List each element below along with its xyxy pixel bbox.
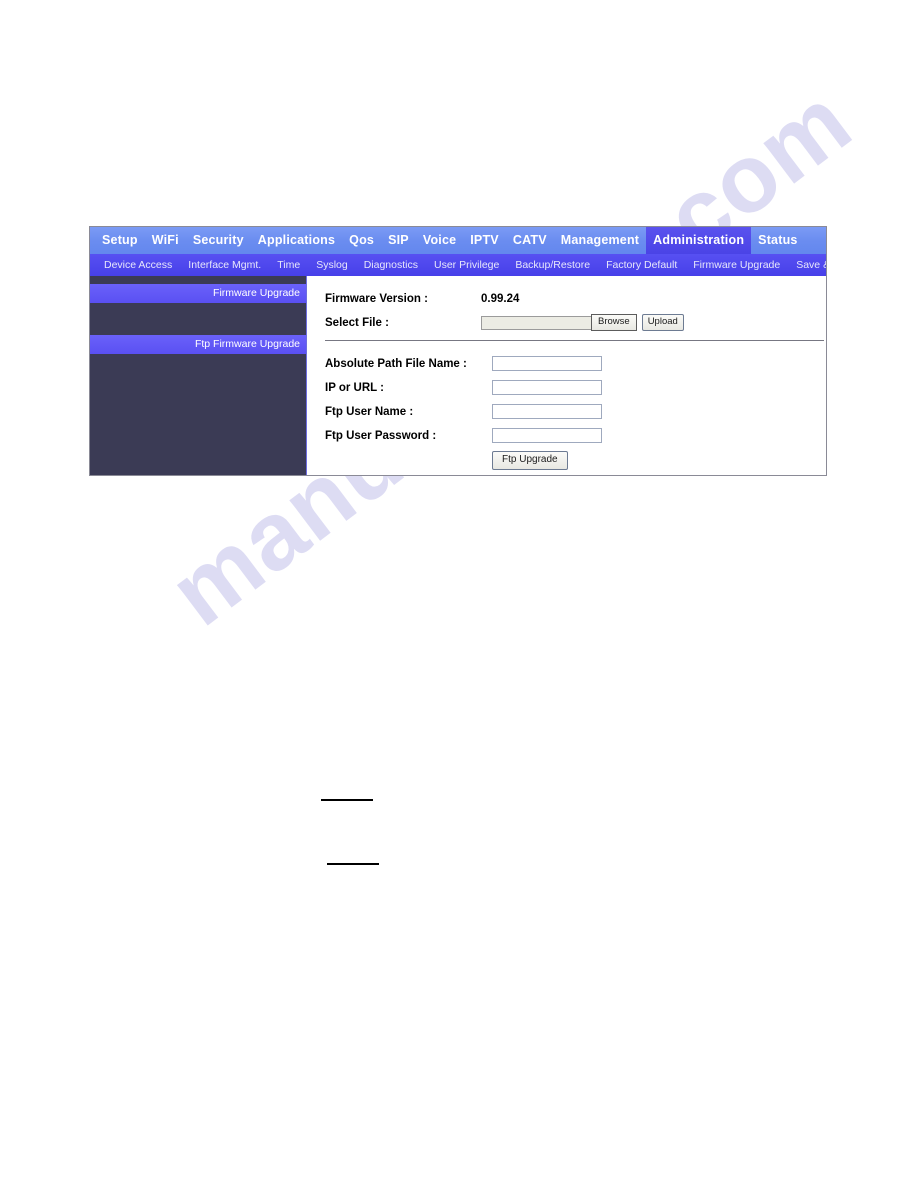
ftp-user-name-label: Ftp User Name : [325,405,414,418]
ftp-user-password-label: Ftp User Password : [325,429,437,442]
subnav-item-firmware-upgrade[interactable]: Firmware Upgrade [685,254,788,276]
topnav-item-qos[interactable]: Qos [342,227,381,254]
page-rule-lower [327,863,379,865]
ip-or-url-field[interactable] [492,380,602,395]
topnav-item-status[interactable]: Status [751,227,804,254]
absolute-path-file-name-field[interactable] [492,356,602,371]
ftp-user-name-field[interactable] [492,404,602,419]
ftp-firmware-upgrade-section: Absolute Path File Name : IP or URL : Ft… [307,341,826,470]
page-rule-upper [321,799,373,801]
topnav-item-voice[interactable]: Voice [416,227,463,254]
firmware-version-row: Firmware Version : 0.99.24 [325,290,826,307]
ip-or-url-row: IP or URL : [325,379,826,396]
topnav-item-iptv[interactable]: IPTV [463,227,506,254]
topnav-item-administration[interactable]: Administration [646,227,752,254]
subnav-item-interface-mgmt-[interactable]: Interface Mgmt. [180,254,269,276]
sidebar-spacer-top [90,276,306,284]
ftp-user-name-row: Ftp User Name : [325,403,826,420]
sidebar: Firmware Upgrade Ftp Firmware Upgrade [90,276,307,475]
browse-button[interactable]: Browse [591,314,637,331]
firmware-version-label: Firmware Version : [325,292,428,305]
firmware-version-value: 0.99.24 [481,292,520,305]
ftp-user-password-field[interactable] [492,428,602,443]
sidebar-heading-firmware-upgrade[interactable]: Firmware Upgrade [90,284,306,303]
router-admin-panel: Setup WiFi Security Applications Qos SIP Voice… [89,226,827,476]
topnav-item-wifi[interactable]: WiFi [145,227,186,254]
subnav-item-syslog[interactable]: Syslog [308,254,356,276]
select-file-input[interactable] [481,315,591,330]
primary-navigation-bar: Setup WiFi Security Applications Qos SIP Voice… [90,227,826,254]
absolute-path-file-name-row: Absolute Path File Name : [325,355,826,372]
ip-or-url-label: IP or URL : [325,381,384,394]
topnav-item-management[interactable]: Management [554,227,646,254]
content-area: Firmware Version : 0.99.24 Select File :… [307,276,826,475]
select-file-row: Select File : Browse Upload [325,314,826,331]
topnav-item-catv[interactable]: CATV [506,227,554,254]
topnav-item-security[interactable]: Security [186,227,251,254]
select-file-label: Select File : [325,316,389,329]
ftp-upgrade-button-row: Ftp Upgrade [325,451,826,470]
ftp-upgrade-button[interactable]: Ftp Upgrade [492,451,568,470]
subnav-item-time[interactable]: Time [269,254,308,276]
subnav-item-diagnostics[interactable]: Diagnostics [356,254,426,276]
subnav-item-user-privilege[interactable]: User Privilege [426,254,507,276]
sidebar-spacer-bottom [90,354,306,355]
subnav-item-backup-restore[interactable]: Backup/Restore [507,254,598,276]
subnav-item-device-access[interactable]: Device Access [96,254,180,276]
firmware-upgrade-section: Firmware Version : 0.99.24 Select File :… [307,276,826,331]
sidebar-heading-ftp-firmware-upgrade[interactable]: Ftp Firmware Upgrade [90,335,306,354]
subnav-item-factory-default[interactable]: Factory Default [598,254,685,276]
topnav-item-setup[interactable]: Setup [95,227,145,254]
secondary-navigation-bar: Device Access Interface Mgmt. Time Syslog Di… [90,254,826,276]
topnav-item-sip[interactable]: SIP [381,227,416,254]
subnav-item-save-logout[interactable]: Save & Logout [788,254,826,276]
ftp-user-password-row: Ftp User Password : [325,427,826,444]
absolute-path-file-name-label: Absolute Path File Name : [325,357,467,370]
topnav-item-applications[interactable]: Applications [251,227,342,254]
upload-button[interactable]: Upload [641,314,684,331]
sidebar-spacer-mid [90,303,306,335]
panel-body: Firmware Upgrade Ftp Firmware Upgrade Fi… [90,276,826,475]
